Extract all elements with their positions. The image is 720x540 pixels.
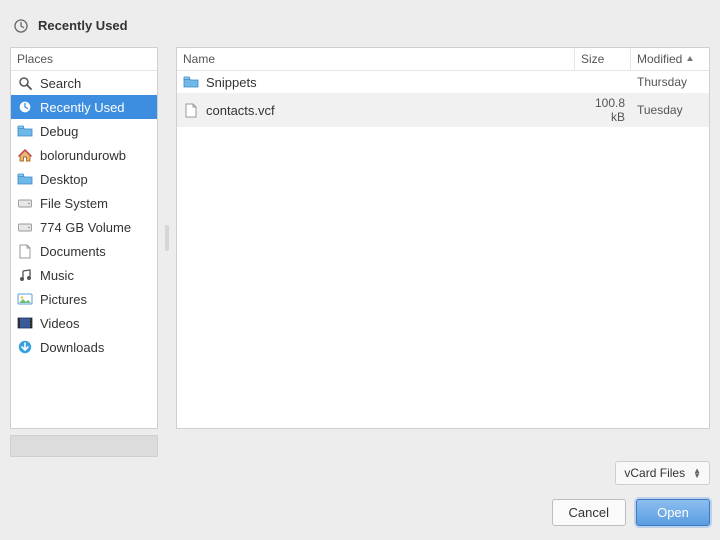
doc-icon: [17, 243, 33, 259]
file-modified-cell: Thursday: [631, 72, 709, 92]
file-type-filter-label: vCard Files: [624, 466, 685, 480]
sort-ascending-icon: [686, 55, 694, 63]
sidebar-item-label: Music: [40, 268, 74, 283]
file-name-label: Snippets: [206, 75, 257, 90]
file-name-label: contacts.vcf: [206, 103, 275, 118]
download-icon: [17, 339, 33, 355]
bookmark-drop-slot[interactable]: [10, 435, 158, 457]
sidebar-item-desktop[interactable]: Desktop: [11, 167, 157, 191]
filter-row: vCard Files ▲▼: [10, 461, 710, 485]
sidebar-item-file-system[interactable]: File System: [11, 191, 157, 215]
sidebar-item-label: Downloads: [40, 340, 104, 355]
places-header: Places: [11, 48, 157, 71]
video-icon: [17, 315, 33, 331]
sidebar-item-label: 774 GB Volume: [40, 220, 131, 235]
dialog-header: Recently Used: [10, 10, 710, 47]
sidebar-item-label: Debug: [40, 124, 78, 139]
file-pane: Name Size Modified SnippetsThursdayconta…: [176, 47, 710, 429]
folder-icon: [183, 74, 199, 90]
drive-icon: [17, 195, 33, 211]
column-header-size[interactable]: Size: [575, 48, 631, 70]
sidebar-item-search[interactable]: Search: [11, 71, 157, 95]
column-header-modified[interactable]: Modified: [631, 48, 709, 70]
main-area: Places Search Recently Used Debug bolorundu…: [10, 47, 710, 429]
sidebar-item-774-gb-volume[interactable]: 774 GB Volume: [11, 215, 157, 239]
sidebar-item-label: Pictures: [40, 292, 87, 307]
sidebar-item-label: Search: [40, 76, 81, 91]
sidebar-item-label: bolorundurowb: [40, 148, 126, 163]
sidebar-item-downloads[interactable]: Downloads: [11, 335, 157, 359]
file-list: Snippets Thursday contacts.vcf 100.8 kBTues…: [177, 71, 709, 428]
file-row[interactable]: contacts.vcf 100.8 kBTuesday: [177, 93, 709, 127]
places-list: Search Recently Used Debug bolorundurowb Des…: [11, 71, 157, 428]
clock-icon: [14, 19, 28, 33]
dialog-title: Recently Used: [38, 18, 128, 33]
sidebar-item-documents[interactable]: Documents: [11, 239, 157, 263]
folder-icon: [17, 123, 33, 139]
column-header-modified-label: Modified: [637, 52, 682, 66]
file-type-filter[interactable]: vCard Files ▲▼: [615, 461, 710, 485]
file-size-cell: [575, 79, 631, 85]
spinner-icon: ▲▼: [693, 468, 701, 478]
home-icon: [17, 147, 33, 163]
sidebar-footer-row: [10, 435, 710, 457]
search-icon: [17, 75, 33, 91]
sidebar-item-label: Desktop: [40, 172, 88, 187]
file-open-dialog: Recently Used Places Search Recently Used…: [0, 0, 720, 540]
file-column-headers: Name Size Modified: [177, 48, 709, 71]
doc-icon: [183, 102, 199, 118]
sidebar-item-recently-used[interactable]: Recently Used: [11, 95, 157, 119]
cancel-button[interactable]: Cancel: [552, 499, 626, 526]
drive-icon: [17, 219, 33, 235]
sidebar-item-videos[interactable]: Videos: [11, 311, 157, 335]
sidebar-item-label: Videos: [40, 316, 80, 331]
file-size-cell: 100.8 kB: [575, 93, 631, 127]
pictures-icon: [17, 291, 33, 307]
sidebar-item-bolorundurowb[interactable]: bolorundurowb: [11, 143, 157, 167]
pane-divider[interactable]: [164, 47, 170, 429]
column-header-name[interactable]: Name: [177, 48, 575, 70]
sidebar-item-label: File System: [40, 196, 108, 211]
divider-grip-icon: [165, 225, 169, 251]
places-sidebar: Places Search Recently Used Debug bolorundu…: [10, 47, 158, 429]
sidebar-item-label: Recently Used: [40, 100, 125, 115]
open-button[interactable]: Open: [636, 499, 710, 526]
music-icon: [17, 267, 33, 283]
sidebar-item-debug[interactable]: Debug: [11, 119, 157, 143]
sidebar-item-pictures[interactable]: Pictures: [11, 287, 157, 311]
sidebar-item-label: Documents: [40, 244, 106, 259]
folder-icon: [17, 171, 33, 187]
file-name-cell: contacts.vcf: [177, 99, 575, 121]
file-name-cell: Snippets: [177, 71, 575, 93]
clock-icon: [17, 99, 33, 115]
sidebar-item-music[interactable]: Music: [11, 263, 157, 287]
file-modified-cell: Tuesday: [631, 100, 709, 120]
file-row[interactable]: Snippets Thursday: [177, 71, 709, 93]
dialog-buttons: Cancel Open: [10, 499, 710, 526]
